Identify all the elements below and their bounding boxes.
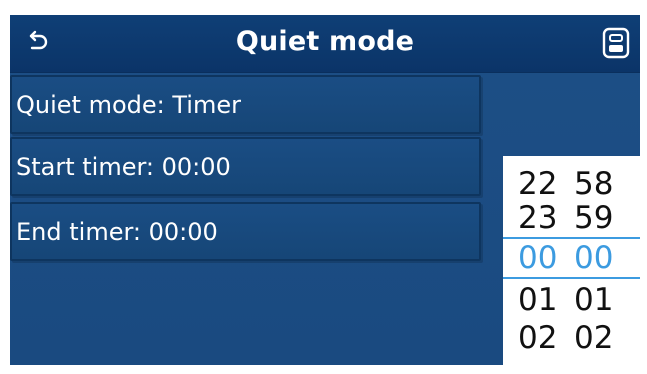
minute-option: 02: [574, 320, 614, 356]
hour-option: 01: [518, 282, 558, 318]
header-bar: Quiet mode: [10, 15, 640, 73]
selection-line-bottom: [503, 277, 640, 279]
minute-option: 01: [574, 282, 614, 318]
end-timer-button[interactable]: End timer: 00:00: [10, 202, 481, 261]
page-title: Quiet mode: [235, 26, 415, 57]
quiet-mode-button[interactable]: Quiet mode: Timer: [10, 75, 481, 134]
picker-row[interactable]: 01 01: [503, 282, 640, 319]
picker-row[interactable]: 02 02: [503, 320, 640, 357]
save-icon: [602, 27, 630, 59]
time-picker[interactable]: 22 58 23 59 00 00 01 01 02 02: [503, 156, 640, 365]
hour-option: 23: [518, 200, 558, 236]
picker-selected-row[interactable]: 00 00: [503, 240, 640, 277]
hour-option: 02: [518, 320, 558, 356]
minute-option: 58: [574, 166, 614, 202]
selected-hour: 00: [518, 240, 558, 276]
minute-option: 59: [574, 200, 614, 236]
selected-minute: 00: [574, 240, 614, 276]
quiet-mode-label: Quiet mode: Timer: [16, 91, 241, 119]
picker-row[interactable]: 23 59: [503, 200, 640, 237]
save-button[interactable]: [602, 27, 630, 59]
quiet-mode-screen: Quiet mode Quiet mode: Timer Start timer…: [10, 15, 640, 365]
end-timer-label: End timer: 00:00: [16, 218, 218, 246]
start-timer-label: Start timer: 00:00: [16, 153, 231, 181]
start-timer-button[interactable]: Start timer: 00:00: [10, 137, 481, 196]
picker-row[interactable]: 22 58: [503, 166, 640, 203]
selection-line-top: [503, 237, 640, 239]
hour-option: 22: [518, 166, 558, 202]
